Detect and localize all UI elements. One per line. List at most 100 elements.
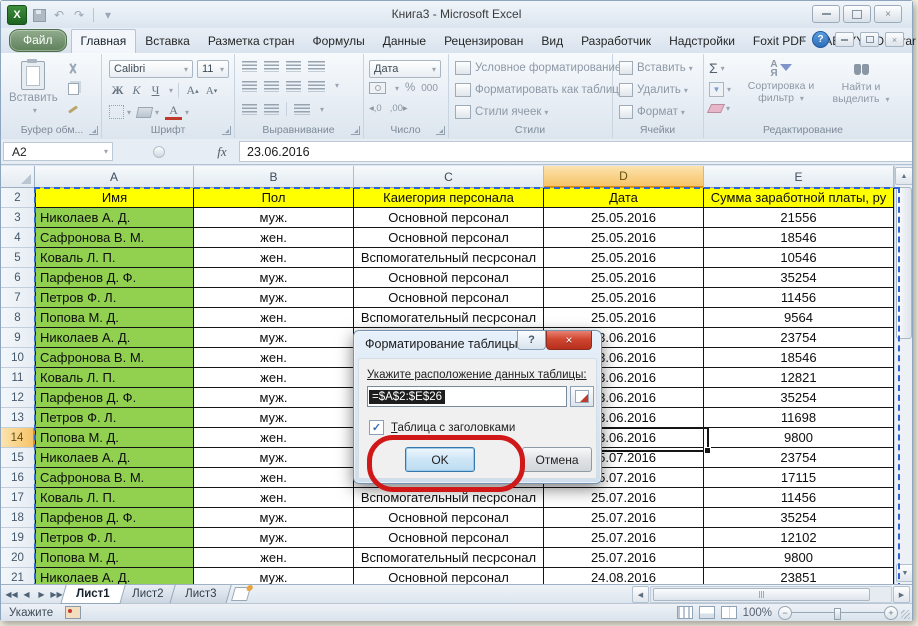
data-cell[interactable]: 35254 [704, 388, 894, 408]
data-cell[interactable]: 23754 [704, 448, 894, 468]
data-cell[interactable]: Петров Ф. Л. [35, 288, 194, 308]
row-header-13[interactable]: 13 [1, 408, 35, 428]
vertical-scroll-thumb[interactable] [896, 187, 912, 339]
data-cell[interactable]: Основной персонал [354, 508, 544, 528]
clipboard-dialog-launcher-icon[interactable] [89, 126, 98, 135]
row-header-16[interactable]: 16 [1, 468, 35, 488]
row-header-17[interactable]: 17 [1, 488, 35, 508]
data-cell[interactable]: 25.05.2016 [544, 288, 704, 308]
data-cell[interactable]: Парфенов Д. Ф. [35, 508, 194, 528]
font-size-select[interactable]: 11▾ [197, 60, 229, 78]
sheet-tab-Лист3[interactable]: Лист3 [169, 585, 232, 604]
shrink-font-button[interactable]: А▾ [203, 82, 220, 99]
row-header-7[interactable]: 7 [1, 288, 35, 308]
row-header-10[interactable]: 10 [1, 348, 35, 368]
row-header-2[interactable]: 2 [1, 188, 35, 208]
align-bottom-icon[interactable] [286, 61, 301, 72]
data-cell[interactable]: муж. [194, 568, 354, 584]
data-cell[interactable]: 12821 [704, 368, 894, 388]
sheet-tab-Лист1[interactable]: Лист1 [60, 585, 125, 604]
hscroll-left-icon[interactable]: ◀ [632, 586, 649, 603]
data-cell[interactable]: 10546 [704, 248, 894, 268]
ribbon-tab-Файл[interactable]: Файл [9, 29, 67, 52]
data-cell[interactable]: 35254 [704, 268, 894, 288]
row-header-9[interactable]: 9 [1, 328, 35, 348]
italic-button[interactable]: К [128, 82, 145, 99]
underline-button[interactable]: Ч [147, 82, 164, 99]
first-sheet-icon[interactable]: ◀◀ [5, 590, 18, 599]
data-cell[interactable]: 21556 [704, 208, 894, 228]
header-cell[interactable]: Имя [35, 188, 194, 208]
data-cell[interactable]: 23851 [704, 568, 894, 584]
data-cell[interactable]: Основной персонал [354, 228, 544, 248]
ribbon-tab-Разработчик[interactable]: Разработчик [572, 30, 660, 53]
currency-icon[interactable] [369, 82, 386, 94]
name-box[interactable]: A2▾ [3, 142, 113, 161]
clear-button[interactable]: ▾ [709, 104, 730, 113]
dialog-help-icon[interactable]: ? [517, 331, 546, 350]
orientation-icon[interactable] [308, 61, 325, 72]
row-header-15[interactable]: 15 [1, 448, 35, 468]
zoom-slider-thumb[interactable] [834, 608, 841, 620]
row-header-4[interactable]: 4 [1, 228, 35, 248]
align-center-icon[interactable] [264, 81, 279, 92]
decrease-decimal-button[interactable]: ,00▸ [390, 103, 408, 114]
data-cell[interactable]: жен. [194, 348, 354, 368]
data-cell[interactable]: Парфенов Д. Ф. [35, 388, 194, 408]
number-dialog-launcher-icon[interactable] [436, 126, 445, 135]
zoom-in-icon[interactable]: + [884, 606, 898, 620]
data-cell[interactable]: Основной персонал [354, 208, 544, 228]
column-header-B[interactable]: B [194, 166, 354, 188]
data-cell[interactable]: жен. [194, 548, 354, 568]
find-select-button[interactable]: Найти и выделить ▾ [825, 60, 897, 106]
percent-button[interactable]: % [405, 82, 415, 94]
header-cell[interactable]: Дата [544, 188, 704, 208]
horizontal-scrollbar[interactable] [650, 586, 892, 603]
data-cell[interactable]: 23754 [704, 328, 894, 348]
data-cell[interactable]: жен. [194, 468, 354, 488]
data-cell[interactable]: 18546 [704, 228, 894, 248]
row-header-11[interactable]: 11 [1, 368, 35, 388]
data-cell[interactable]: 11698 [704, 408, 894, 428]
insert-function-icon[interactable]: fx [205, 144, 239, 160]
ribbon-tab-Главная[interactable]: Главная [71, 29, 137, 53]
header-cell[interactable]: Пол [194, 188, 354, 208]
bold-button[interactable]: Ж [109, 82, 126, 99]
data-cell[interactable]: Николаев А. Д. [35, 448, 194, 468]
horizontal-scroll-thumb[interactable] [653, 588, 870, 601]
data-cell[interactable]: Вспомогательный песрсонал [354, 488, 544, 508]
data-cell[interactable]: муж. [194, 328, 354, 348]
data-cell[interactable]: жен. [194, 428, 354, 448]
data-cell[interactable]: муж. [194, 408, 354, 428]
font-name-select[interactable]: Calibri▾ [109, 60, 193, 78]
formula-bar-handle[interactable] [153, 146, 165, 158]
comma-style-button[interactable]: 000 [421, 83, 438, 94]
data-cell[interactable]: муж. [194, 268, 354, 288]
page-layout-view-icon[interactable] [699, 606, 715, 619]
data-cell[interactable]: Основной персонал [354, 288, 544, 308]
format-as-table-button[interactable]: Форматировать как таблицу▾ [455, 83, 632, 97]
vertical-scrollbar[interactable]: ▲ ▼ [894, 166, 912, 584]
select-all-corner[interactable] [1, 166, 35, 188]
data-cell[interactable]: Попова М. Д. [35, 308, 194, 328]
macro-record-icon[interactable] [65, 606, 81, 619]
align-middle-icon[interactable] [264, 61, 279, 72]
data-cell[interactable]: Основной персонал [354, 568, 544, 584]
data-cell[interactable]: Сафронова В. М. [35, 468, 194, 488]
normal-view-icon[interactable] [677, 606, 693, 619]
column-header-D[interactable]: D [544, 166, 704, 188]
cut-button[interactable] [65, 62, 81, 76]
collapse-ribbon-icon[interactable]: ∧ [799, 34, 806, 45]
restore-button[interactable] [843, 5, 871, 23]
headers-checkbox[interactable]: ✓ [369, 420, 384, 435]
collapse-range-button[interactable] [570, 386, 594, 407]
next-sheet-icon[interactable]: ▶ [35, 590, 48, 599]
scroll-up-icon[interactable]: ▲ [895, 167, 912, 185]
zoom-slider[interactable]: − + [778, 606, 898, 619]
row-header-14[interactable]: 14 [1, 428, 35, 448]
data-cell[interactable]: 24.08.2016 [544, 568, 704, 584]
data-cell[interactable]: Николаев А. Д. [35, 328, 194, 348]
format-cells-button[interactable]: Формат▾ [619, 105, 685, 119]
data-cell[interactable]: 35254 [704, 508, 894, 528]
ribbon-tab-Разметка стран[interactable]: Разметка стран [199, 30, 304, 53]
